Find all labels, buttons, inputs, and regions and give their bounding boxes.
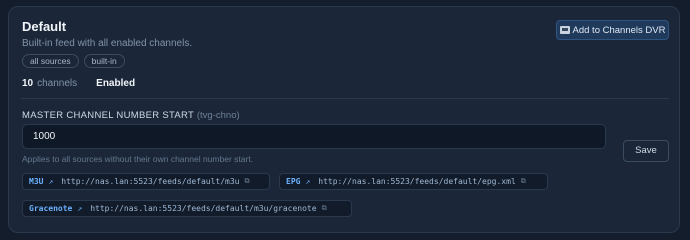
add-to-channels-dvr-button[interactable]: Add to Channels DVR (556, 20, 669, 40)
gracenote-link-url: http://nas.lan:5523/feeds/default/m3u/gr… (90, 204, 317, 213)
external-link-icon: ↗ (48, 177, 54, 186)
feed-stats: 10 channels Enabled (22, 78, 135, 89)
divider (21, 98, 669, 99)
feed-title: Default (22, 19, 67, 34)
gracenote-link-kind: Gracenote (29, 204, 73, 213)
external-link-icon: ↗ (77, 204, 83, 213)
m3u-link[interactable]: M3U ↗ http://nas.lan:5523/feeds/default/… (22, 173, 270, 190)
tv-icon (559, 26, 570, 34)
master-channel-label: MASTER CHANNEL NUMBER START (tvg-chno) (22, 110, 240, 121)
add-to-channels-dvr-label: Add to Channels DVR (572, 24, 666, 36)
external-link-icon: ↗ (305, 177, 311, 186)
m3u-link-kind: M3U (29, 177, 44, 186)
copy-icon[interactable]: ⧉ (322, 201, 327, 216)
epg-link[interactable]: EPG ↗ http://nas.lan:5523/feeds/default/… (279, 173, 548, 190)
tag-built-in: built-in (83, 54, 125, 68)
master-channel-help: Applies to all sources without their own… (22, 154, 254, 164)
copy-icon[interactable]: ⧉ (245, 174, 250, 189)
save-button[interactable]: Save (623, 140, 669, 162)
gracenote-link[interactable]: Gracenote ↗ http://nas.lan:5523/feeds/de… (22, 200, 352, 217)
feed-card: Default Built-in feed with all enabled c… (8, 6, 680, 233)
status-badge: Enabled (96, 78, 136, 89)
feed-tags: all sources built-in (22, 54, 125, 68)
master-channel-hint: (tvg-chno) (196, 110, 240, 121)
epg-link-kind: EPG (286, 177, 301, 186)
feed-subtitle: Built-in feed with all enabled channels. (22, 38, 193, 49)
channel-count-label: channels (37, 78, 78, 89)
tag-all-sources: all sources (22, 54, 79, 68)
copy-icon[interactable]: ⧉ (521, 174, 526, 189)
m3u-link-url: http://nas.lan:5523/feeds/default/m3u (61, 177, 240, 186)
channel-count: 10 (22, 78, 34, 89)
epg-link-url: http://nas.lan:5523/feeds/default/epg.xm… (318, 177, 516, 186)
master-channel-input[interactable] (22, 124, 606, 149)
master-channel-label-text: MASTER CHANNEL NUMBER START (22, 110, 194, 121)
